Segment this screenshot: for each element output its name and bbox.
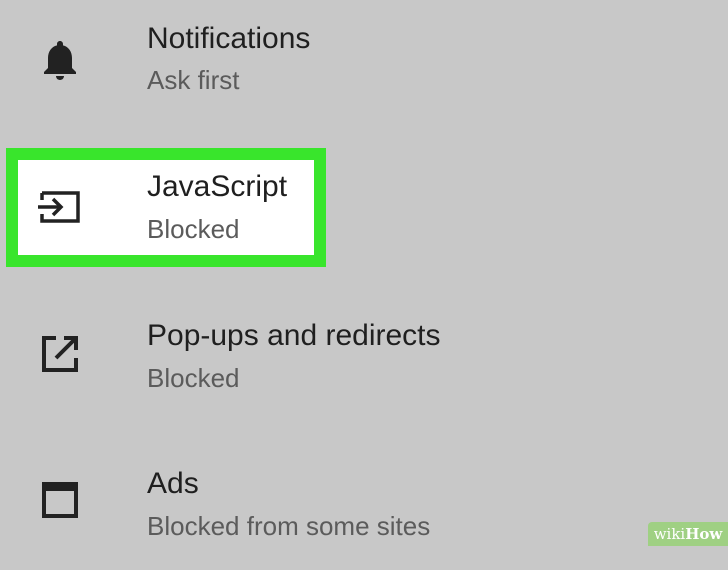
setting-subtitle-ads: Blocked from some sites	[147, 511, 431, 541]
site-settings-screen: Notifications Ask first JavaScript Block…	[0, 0, 728, 546]
setting-row-javascript[interactable]: JavaScript Blocked	[0, 150, 728, 270]
watermark-how: How	[685, 525, 723, 543]
wikihow-watermark: wikiHow	[648, 522, 728, 546]
setting-title-popups: Pop-ups and redirects	[147, 319, 441, 352]
bell-icon	[36, 36, 84, 84]
javascript-enter-icon	[36, 183, 84, 231]
setting-row-popups[interactable]: Pop-ups and redirects Blocked	[0, 300, 728, 420]
setting-row-notifications[interactable]: Notifications Ask first	[0, 0, 728, 120]
setting-title-notifications: Notifications	[147, 22, 311, 55]
ads-window-icon	[36, 476, 84, 524]
setting-title-ads: Ads	[147, 467, 199, 500]
setting-row-ads[interactable]: Ads Blocked from some sites	[0, 450, 728, 570]
popup-open-external-icon	[36, 330, 84, 378]
setting-title-javascript: JavaScript	[147, 170, 288, 203]
setting-subtitle-notifications: Ask first	[147, 65, 240, 95]
setting-subtitle-popups: Blocked	[147, 363, 240, 393]
setting-subtitle-javascript: Blocked	[147, 214, 240, 244]
watermark-wiki: wiki	[653, 525, 686, 543]
